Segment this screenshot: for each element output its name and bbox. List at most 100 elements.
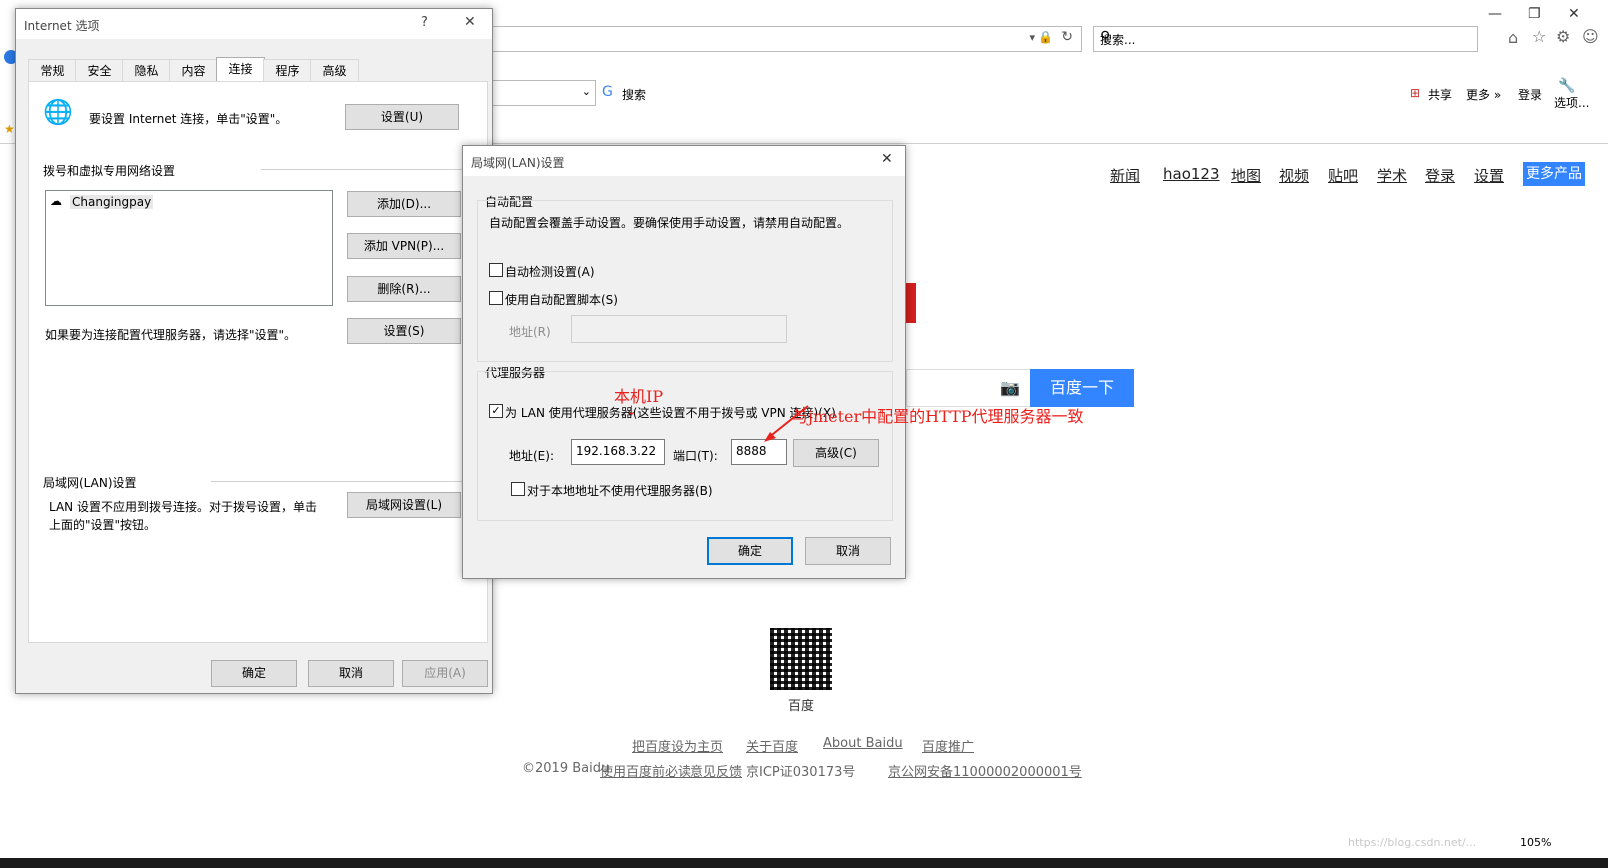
tab-content[interactable]: 内容 <box>169 59 218 82</box>
ok-button[interactable]: 确定 <box>211 660 297 687</box>
nav-news[interactable]: 新闻 <box>1110 165 1140 186</box>
baidu-search-button[interactable]: 百度一下 <box>1030 369 1134 407</box>
apply-button[interactable]: 应用(A) <box>402 660 488 687</box>
search-icon[interactable]: ⚲ <box>1100 29 1467 45</box>
toolbar-search[interactable]: 搜索 <box>622 86 646 103</box>
taskbar <box>0 858 1608 868</box>
footer-police[interactable]: 京公网安备11000002000001号 <box>888 765 1082 780</box>
favorite-star-icon: ★ <box>4 122 15 136</box>
qr-code <box>770 628 832 690</box>
lan-settings-dialog: 局域网(LAN)设置 ✕ 自动配置 自动配置会覆盖手动设置。要确保使用手动设置，… <box>462 145 906 579</box>
home-icon[interactable]: ⌂ <box>1508 28 1518 47</box>
nav-settings[interactable]: 设置 <box>1474 165 1504 186</box>
setup-button[interactable]: 设置(U) <box>345 104 459 130</box>
footer-about[interactable]: 关于百度 <box>746 740 798 755</box>
nav-hao123[interactable]: hao123 <box>1163 165 1220 183</box>
minimize-icon[interactable]: — <box>1488 6 1502 22</box>
auto-detect-label[interactable]: 自动检测设置(A) <box>505 263 595 280</box>
auto-script-label[interactable]: 使用自动配置脚本(S) <box>505 291 618 308</box>
auto-config-desc: 自动配置会覆盖手动设置。要确保使用手动设置，请禁用自动配置。 <box>489 216 850 230</box>
share-icon: ⊞ <box>1410 86 1421 100</box>
tab-programs[interactable]: 程序 <box>263 59 312 82</box>
lan-titlebar: 局域网(LAN)设置 ✕ <box>463 146 905 176</box>
proxy-port-label: 端口(T): <box>673 449 718 463</box>
cancel-button[interactable]: 取消 <box>308 660 394 687</box>
bypass-local-checkbox[interactable] <box>511 482 525 496</box>
script-address-input[interactable] <box>571 315 787 343</box>
divider <box>261 169 481 170</box>
arrow-down-icon: ↓ <box>626 404 637 419</box>
qr-caption: 百度 <box>787 699 814 714</box>
favorites-star-icon[interactable]: ☆ <box>1532 27 1546 46</box>
lock-icon: 🔒 <box>1038 30 1053 44</box>
settings-button[interactable]: 设置(S) <box>347 318 461 344</box>
dropdown-icon[interactable]: ▾ <box>1029 31 1035 44</box>
lan-dialog-title: 局域网(LAN)设置 <box>471 156 565 170</box>
auto-script-checkbox[interactable] <box>489 291 503 305</box>
connection-list[interactable]: ☁ Changingpay <box>45 190 333 306</box>
lan-ok-button[interactable]: 确定 <box>707 537 793 565</box>
lan-close-button[interactable]: ✕ <box>881 151 893 167</box>
script-address-label: 地址(R) <box>509 325 551 339</box>
baidu-logo-fragment <box>906 283 916 323</box>
status-bar: 105% https://blog.csdn.net/... <box>0 836 1608 852</box>
bypass-local-label[interactable]: 对于本地地址不使用代理服务器(B) <box>527 482 713 499</box>
refresh-icon[interactable]: ↻ <box>1061 29 1073 45</box>
close-icon[interactable]: ✕ <box>1568 6 1580 22</box>
auto-detect-checkbox[interactable] <box>489 263 503 277</box>
connection-icon: ☁ <box>50 194 62 208</box>
more-products-button[interactable]: 更多产品 <box>1523 162 1585 186</box>
smiley-icon[interactable]: ☺ <box>1582 27 1599 46</box>
tab-security[interactable]: 安全 <box>75 59 124 82</box>
footer-terms[interactable]: 使用百度前必读 <box>600 765 691 780</box>
restore-icon[interactable]: ❐ <box>1528 6 1541 22</box>
tab-advanced[interactable]: 高级 <box>310 59 359 82</box>
search-box[interactable]: 搜索... ⚲ <box>1093 26 1478 52</box>
zoom-level[interactable]: 105% <box>1520 836 1551 849</box>
add-vpn-button[interactable]: 添加 VPN(P)... <box>347 233 461 259</box>
dialup-group-label: 拨号和虚拟专用网络设置 <box>43 164 176 178</box>
add-button[interactable]: 添加(D)... <box>347 191 461 217</box>
annotation-jmeter: 与jmeter中配置的HTTP代理服务器一致 <box>792 407 1084 426</box>
connection-item[interactable]: Changingpay <box>70 195 154 209</box>
connections-panel: 🌐 要设置 Internet 连接，单击"设置"。 设置(U) 拨号和虚拟专用网… <box>28 81 488 643</box>
setup-text: 要设置 Internet 连接，单击"设置"。 <box>89 112 288 126</box>
footer-set-home[interactable]: 把百度设为主页 <box>632 740 723 755</box>
tab-privacy[interactable]: 隐私 <box>122 59 171 82</box>
camera-icon[interactable]: 📷 <box>1000 378 1020 397</box>
footer-about-en[interactable]: About Baidu <box>823 736 903 751</box>
lan-cancel-button[interactable]: 取消 <box>805 537 891 565</box>
proxy-address-input[interactable]: 192.168.3.22 <box>571 439 665 465</box>
chevron-down-icon[interactable]: ⌄ <box>582 85 591 98</box>
lan-settings-button[interactable]: 局域网设置(L) <box>347 492 461 518</box>
baidu-search-input[interactable]: 📷 <box>906 369 1030 407</box>
wrench-icon: 🔧 <box>1558 78 1576 94</box>
help-button[interactable]: ? <box>421 15 428 30</box>
nav-xueshu[interactable]: 学术 <box>1377 165 1407 186</box>
arrow-icon <box>764 405 809 442</box>
nav-login[interactable]: 登录 <box>1425 165 1455 186</box>
share-button[interactable]: 共享 <box>1428 86 1452 103</box>
tab-general[interactable]: 常规 <box>28 59 77 82</box>
nav-video[interactable]: 视频 <box>1279 165 1309 186</box>
nav-tieba[interactable]: 贴吧 <box>1328 165 1358 186</box>
google-logo-icon: G <box>602 84 613 100</box>
footer-promotion[interactable]: 百度推广 <box>922 740 974 755</box>
options-button[interactable]: 选项... <box>1554 94 1589 111</box>
lan-text-1: LAN 设置不应用到拨号连接。对于拨号设置，单击 <box>49 500 317 514</box>
proxy-hint: 如果要为连接配置代理服务器，请选择"设置"。 <box>45 328 297 342</box>
remove-button[interactable]: 删除(R)... <box>347 276 461 302</box>
use-proxy-checkbox[interactable]: ✓ <box>489 404 503 418</box>
address-bar[interactable]: ▾ 🔒 ↻ <box>470 26 1082 52</box>
close-button[interactable]: ✕ <box>464 14 476 30</box>
more-button[interactable]: 更多 » <box>1466 86 1501 103</box>
gear-icon[interactable]: ⚙ <box>1556 27 1570 46</box>
nav-map[interactable]: 地图 <box>1231 165 1261 186</box>
dialog-title: Internet 选项 <box>24 19 100 33</box>
globe-icon: 🌐 <box>43 98 73 126</box>
tab-connections[interactable]: 连接 <box>216 57 265 84</box>
login-button[interactable]: 登录 <box>1518 86 1542 103</box>
lan-text-2: 上面的"设置"按钮。 <box>49 518 157 532</box>
footer-feedback[interactable]: 意见反馈 <box>690 765 742 780</box>
annotation-local-ip: 本机IP <box>614 387 664 406</box>
